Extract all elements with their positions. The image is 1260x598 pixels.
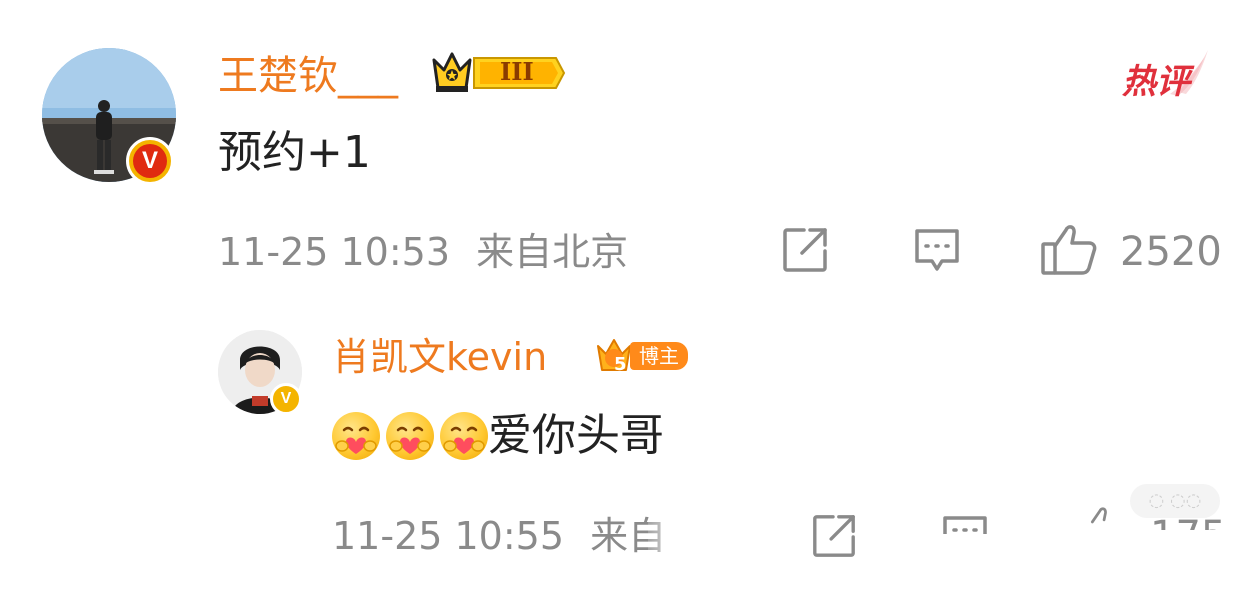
hot-tag-label: 热评: [1122, 62, 1190, 102]
blogger-label: 博主: [630, 342, 688, 370]
hug-emoji-icon: [386, 412, 434, 460]
level-badge-text: III: [500, 57, 534, 86]
like-count: 2520: [1120, 229, 1222, 275]
reply-meta: 11-25 10:55 来自: [332, 512, 666, 560]
comment-icon[interactable]: [940, 512, 990, 534]
hug-emoji-icon: [440, 412, 488, 460]
verified-v-icon: V: [126, 137, 174, 185]
blogger-level: 5: [614, 354, 627, 375]
watermark: ◌ ◌◌: [1130, 484, 1220, 518]
comment-text: 预约+1: [218, 127, 371, 178]
comment-location: 来自北京: [476, 230, 629, 274]
blogger-badge: 5 博主: [594, 336, 690, 376]
hug-emoji-icon: [332, 412, 380, 460]
reply-timestamp: 11-25 10:55: [332, 514, 565, 558]
thumbs-up-icon[interactable]: [1082, 504, 1122, 532]
reply-text: 爱你头哥: [488, 410, 664, 461]
hot-comment-tag: 热评: [1120, 48, 1210, 102]
verified-v-icon: V: [270, 383, 302, 415]
reply-username[interactable]: 肖凯文kevin: [332, 330, 547, 384]
crown-icon: III: [430, 48, 566, 98]
comment-timestamp: 11-25 10:53: [218, 230, 451, 274]
emoji-row: [332, 408, 494, 464]
comment-meta: 11-25 10:53 来自北京: [218, 228, 628, 276]
thumbs-up-icon[interactable]: [1040, 222, 1098, 276]
commenter-username[interactable]: 王楚钦___: [218, 48, 398, 104]
share-icon[interactable]: [780, 225, 830, 275]
fade-overlay: [648, 506, 718, 564]
comment-icon[interactable]: [912, 225, 962, 275]
share-icon[interactable]: [810, 512, 858, 560]
